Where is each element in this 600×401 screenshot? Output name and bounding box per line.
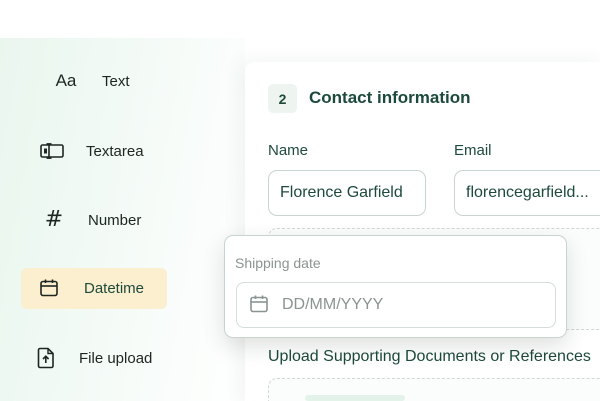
step-number-badge: 2 [268, 84, 297, 113]
field-type-label: Textarea [86, 142, 144, 160]
field-type-textarea[interactable]: Textarea [30, 131, 180, 171]
shipping-date-input[interactable]: DD/MM/YYYY [236, 282, 556, 328]
shipping-date-field-card[interactable]: Shipping date DD/MM/YYYY [224, 235, 567, 338]
upload-button[interactable] [305, 395, 405, 401]
calendar-icon [35, 274, 63, 302]
file-upload-icon [32, 344, 60, 372]
field-type-text[interactable]: Aa Text [40, 61, 190, 101]
field-type-label: Datetime [84, 280, 145, 297]
name-input[interactable]: Florence Garfield [268, 170, 426, 216]
field-type-label: Number [88, 211, 142, 229]
field-type-label: File upload [79, 349, 153, 367]
email-label: Email [454, 142, 492, 159]
calendar-icon [249, 294, 269, 319]
field-type-datetime[interactable]: Datetime [21, 268, 167, 309]
date-placeholder: DD/MM/YYYY [282, 296, 384, 313]
text-aa-icon: Aa [55, 71, 77, 90]
field-type-number[interactable]: # Number [30, 200, 180, 240]
field-type-label: Text [102, 72, 130, 90]
name-label: Name [268, 142, 309, 159]
field-type-file-upload[interactable]: File upload [30, 338, 180, 378]
field-type-sidebar: Aa Text Textarea # Number Datetime File … [0, 38, 245, 401]
hash-icon: # [44, 207, 64, 232]
upload-section-title: Upload Supporting Documents or Reference… [268, 348, 591, 365]
textarea-icon [38, 137, 66, 165]
shipping-date-label: Shipping date [235, 255, 321, 271]
email-input[interactable]: florencegarfield... [454, 170, 600, 216]
form-panel: 2 Contact information Name Florence Garf… [245, 62, 600, 401]
section-title: Contact information [309, 88, 471, 107]
